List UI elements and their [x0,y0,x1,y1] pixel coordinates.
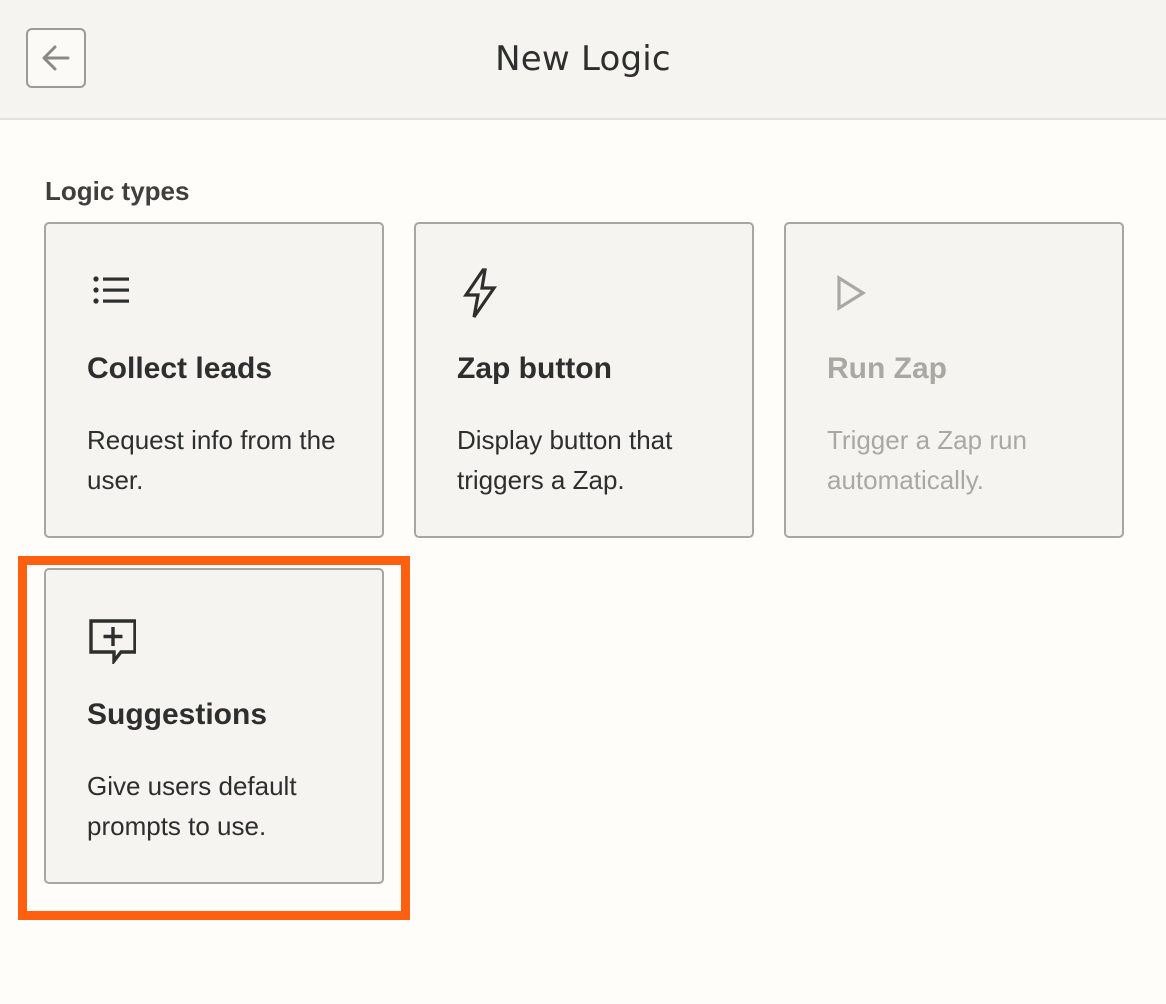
card-description: Trigger a Zap run automatically. [827,425,1027,495]
list-icon [93,276,129,304]
section-label: Logic types [45,176,190,206]
chat-plus-icon [89,619,136,664]
card-title: Collect leads [87,352,273,385]
card-suggestions[interactable]: Suggestions Give users default prompts t… [44,568,384,884]
card-description: Give users default prompts to use. [87,771,297,841]
header: New Logic [0,0,1166,120]
card-run-zap[interactable]: Run Zap Trigger a Zap run automatically. [784,222,1124,538]
card-collect-leads[interactable]: Collect leads Request info from the user… [44,222,384,538]
card-title: Suggestions [87,698,268,731]
lightning-icon [462,268,498,318]
play-icon [837,275,867,311]
card-description: Request info from the user. [87,425,336,495]
card-description: Display button that triggers a Zap. [457,425,673,495]
card-title: Run Zap [827,352,947,385]
card-title: Zap button [457,352,612,385]
card-zap-button[interactable]: Zap button Display button that triggers … [414,222,754,538]
page-title: New Logic [495,39,671,79]
